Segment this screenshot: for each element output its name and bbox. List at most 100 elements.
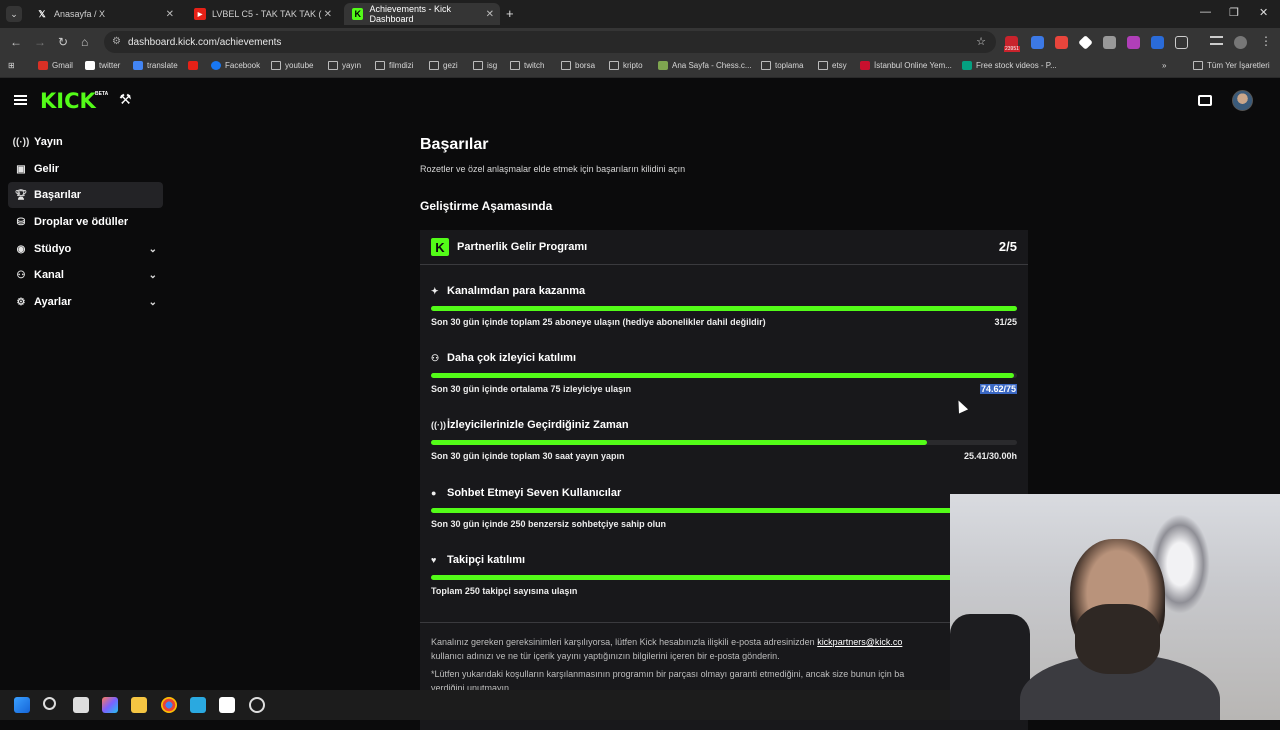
- forward-icon[interactable]: →: [34, 35, 46, 49]
- achievement-item: ♥ Takipçi katılımı Toplam 250 takipçi say…: [431, 554, 1017, 614]
- bookmark-facebook[interactable]: Facebook: [211, 61, 260, 70]
- progress-track: [431, 508, 1017, 513]
- file-explorer-icon[interactable]: [131, 697, 147, 713]
- bookmark-translate[interactable]: translate: [133, 61, 178, 70]
- bookmark-folder-youtube[interactable]: youtube: [271, 61, 313, 70]
- creator-studio-icon[interactable]: [1198, 95, 1212, 106]
- card-title: Partnerlik Gelir Programı: [457, 241, 588, 253]
- bookmarks-bar: ⊞ Gmail twitter translate Facebook youtu…: [0, 56, 1280, 78]
- adblock-extension-icon[interactable]: [1055, 36, 1068, 49]
- achievement-item: ✦ Kanalımdan para kazanma Son 30 gün için…: [431, 285, 1017, 327]
- diamond-extension-icon[interactable]: [1078, 35, 1093, 50]
- card-progress-count: 2/5: [998, 239, 1017, 254]
- bookmark-folder-filmdizi[interactable]: filmdizi: [375, 61, 413, 70]
- folder-icon: [328, 61, 338, 70]
- minimize-icon[interactable]: —: [1200, 6, 1211, 18]
- progress-fill: [431, 575, 1017, 580]
- bookmark-folder-toplama[interactable]: toplama: [761, 61, 803, 70]
- facebook-icon: [211, 61, 221, 70]
- home-icon[interactable]: ⌂: [81, 35, 88, 49]
- back-icon[interactable]: ←: [10, 35, 22, 49]
- chat-icon: ●: [431, 488, 437, 498]
- kick-logo[interactable]: KICK: [40, 89, 96, 113]
- extension-icon[interactable]: [1151, 36, 1164, 49]
- sidebar-item-ayarlar[interactable]: ⚙ Ayarlar ⌄: [8, 289, 163, 315]
- all-bookmarks-folder[interactable]: Tüm Yer İşaretleri: [1193, 61, 1270, 70]
- search-icon[interactable]: [43, 697, 56, 710]
- progress-track: [431, 440, 1017, 445]
- beta-label: BETA: [95, 91, 109, 97]
- bookmark-gmail[interactable]: Gmail: [38, 61, 73, 70]
- tab-search-button[interactable]: ⌄: [6, 6, 22, 22]
- apps-grid-icon[interactable]: ⊞: [8, 61, 15, 70]
- translate-extension-icon[interactable]: [1031, 36, 1044, 49]
- bookmark-twitter[interactable]: twitter: [85, 61, 120, 70]
- chrome-icon[interactable]: [161, 697, 177, 713]
- tab-youtube[interactable]: ▶ LVBEL C5 - TAK TAK TAK (1960' ✕: [186, 3, 338, 25]
- new-tab-button[interactable]: +: [506, 6, 514, 21]
- more-bookmarks-icon[interactable]: »: [1162, 61, 1166, 70]
- heart-icon: ♥: [431, 555, 437, 565]
- achievement-value: 31/25: [994, 317, 1017, 327]
- chrome-menu-icon[interactable]: ⋮: [1260, 34, 1272, 48]
- task-view-icon[interactable]: [73, 697, 89, 713]
- chess-icon: [658, 61, 668, 70]
- bookmark-star-icon[interactable]: ☆: [976, 35, 986, 48]
- close-tab-icon[interactable]: ✕: [486, 9, 494, 20]
- menu-icon[interactable]: [14, 95, 27, 105]
- avatar[interactable]: [1232, 90, 1253, 111]
- extension-icon[interactable]: [1103, 36, 1116, 49]
- sidebar-item-yayin[interactable]: ((·)) Yayın: [8, 129, 163, 155]
- reading-list-icon[interactable]: [1210, 36, 1223, 45]
- sidebar-item-droplar[interactable]: ⛁ Droplar ve ödüller: [8, 209, 163, 235]
- extension-icon[interactable]: [1127, 36, 1140, 49]
- kick-icon: K: [352, 8, 364, 20]
- copilot-icon[interactable]: [102, 697, 118, 713]
- bookmark-folder-borsa[interactable]: borsa: [561, 61, 595, 70]
- tab-twitter[interactable]: 𝕏 Anasayfa / X ✕: [28, 3, 180, 25]
- bookmark-folder-etsy[interactable]: etsy: [818, 61, 847, 70]
- reload-icon[interactable]: ↻: [58, 35, 68, 49]
- achievement-item: ⚇ Daha çok izleyici katılımı Son 30 gün i…: [431, 352, 1017, 394]
- bookmark-youtube-icon[interactable]: [188, 61, 202, 70]
- window-close-icon[interactable]: ✕: [1259, 6, 1268, 19]
- sidebar-item-studyo[interactable]: ◉ Stüdyo ⌄: [8, 236, 163, 262]
- sidebar-item-basarilar[interactable]: 🏆︎ Başarılar: [8, 182, 163, 208]
- webcam-overlay: [950, 494, 1280, 720]
- extensions-puzzle-icon[interactable]: [1175, 36, 1188, 49]
- bookmark-pexels[interactable]: Free stock videos - P...: [962, 61, 1057, 70]
- pexels-icon: [962, 61, 972, 70]
- hammer-icon[interactable]: ⚒: [119, 91, 132, 108]
- site-info-icon[interactable]: ⚙: [112, 36, 121, 47]
- profile-icon[interactable]: [1234, 36, 1247, 49]
- bookmark-folder-isg[interactable]: isg: [473, 61, 497, 70]
- close-tab-icon[interactable]: ✕: [324, 9, 332, 20]
- email-link[interactable]: kickpartners@kick.co: [817, 637, 902, 647]
- taskbar: [0, 690, 950, 720]
- folder-icon: [761, 61, 771, 70]
- address-bar-row: ← → ↻ ⌂ ⚙ dashboard.kick.com/achievement…: [0, 28, 1280, 56]
- tab-kick-dashboard[interactable]: K Achievements - Kick Dashboard ✕: [344, 3, 500, 25]
- bookmark-folder-kripto[interactable]: kripto: [609, 61, 643, 70]
- broadcast-icon: ((·)): [431, 420, 446, 430]
- bookmark-chess[interactable]: Ana Sayfa - Chess.c...: [658, 61, 752, 70]
- folder-icon: [609, 61, 619, 70]
- obs-icon[interactable]: [249, 697, 265, 713]
- restore-icon[interactable]: ❐: [1229, 6, 1239, 19]
- partner-program-card: K Partnerlik Gelir Programı 2/5 ✦ Kanalım…: [420, 230, 1028, 730]
- tradingview-icon[interactable]: [219, 697, 235, 713]
- bookmark-folder-yayin[interactable]: yayın: [328, 61, 361, 70]
- url-input[interactable]: ⚙ dashboard.kick.com/achievements ☆: [104, 31, 996, 53]
- bookmark-folder-gezi[interactable]: gezi: [429, 61, 458, 70]
- app-icon[interactable]: [190, 697, 206, 713]
- progress-track: [431, 306, 1017, 311]
- bookmark-folder-twitch[interactable]: twitch: [510, 61, 544, 70]
- windows-start-icon[interactable]: [14, 697, 30, 713]
- footnote-line: Kanalınız gereken gereksinimleri karşılı…: [431, 637, 903, 647]
- sidebar-item-gelir[interactable]: ▣ Gelir: [8, 156, 163, 182]
- sidebar-item-kanal[interactable]: ⚇ Kanal ⌄: [8, 262, 163, 288]
- page-title: Başarılar: [420, 136, 489, 153]
- close-tab-icon[interactable]: ✕: [166, 9, 174, 20]
- bookmark-istanbul[interactable]: İstanbul Online Yem...: [860, 61, 952, 70]
- folder-icon: [510, 61, 520, 70]
